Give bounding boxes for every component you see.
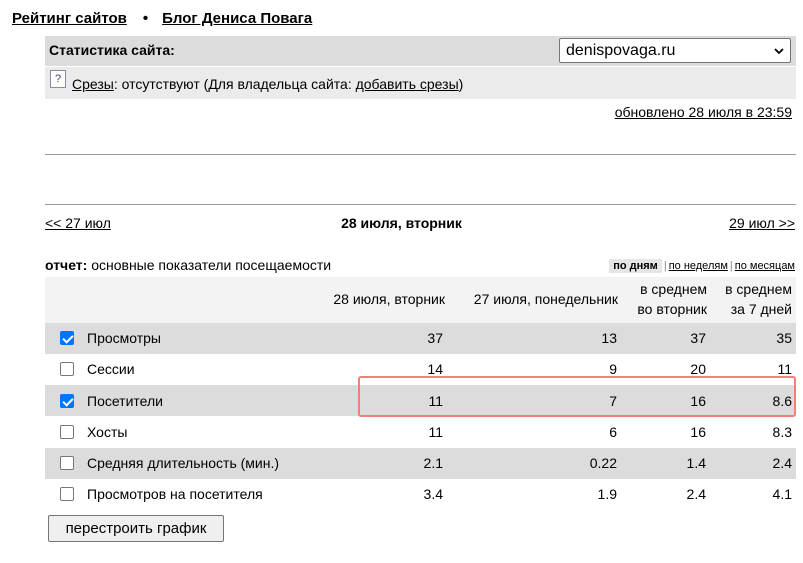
site-select[interactable]: denispovaga.ru — [559, 38, 791, 63]
period-by-months[interactable]: по месяцам — [735, 260, 795, 272]
metric-name: Посетители — [87, 393, 163, 409]
help-icon[interactable]: ? — [50, 70, 66, 88]
col-header-avg-weekday: в среднем во вторник — [637, 279, 707, 319]
value-yesterday: 0.22 — [589, 455, 617, 471]
col-header-today: 28 июля, вторник — [333, 291, 445, 307]
value-today: 37 — [427, 330, 443, 346]
report-description: основные показатели посещаемости — [87, 257, 332, 273]
period-pipe: | — [663, 260, 667, 272]
period-pipe: | — [729, 260, 733, 272]
metric-name: Сессии — [87, 361, 135, 377]
value-avg-weekday: 20 — [690, 361, 706, 377]
slices-close: ) — [458, 76, 464, 92]
value-today: 3.4 — [423, 486, 443, 502]
site-select-value: denispovaga.ru — [566, 41, 676, 59]
col-header-avg-7days-line1: в среднем — [725, 281, 792, 297]
divider — [45, 154, 796, 155]
value-yesterday: 1.9 — [597, 486, 617, 502]
value-yesterday: 9 — [609, 361, 617, 377]
nav-separator: • — [142, 10, 149, 27]
row-checkbox[interactable] — [60, 425, 74, 439]
value-avg-weekday: 2.4 — [686, 486, 706, 502]
row-checkbox[interactable] — [60, 331, 74, 345]
row-checkbox[interactable] — [60, 487, 74, 501]
report-label-bold: отчет: — [45, 257, 88, 273]
blog-link[interactable]: Блог Дениса Повага — [162, 10, 312, 27]
value-today: 14 — [427, 361, 443, 377]
chevron-down-icon — [774, 47, 784, 54]
value-avg-7days: 2.4 — [772, 455, 792, 471]
value-avg-weekday: 1.4 — [686, 455, 706, 471]
value-avg-weekday: 37 — [690, 330, 706, 346]
metric-name: Хосты — [87, 424, 128, 440]
add-slices-link[interactable]: добавить срезы — [356, 76, 459, 92]
prev-day-link[interactable]: << 27 июл — [45, 215, 111, 231]
rebuild-chart-button[interactable]: перестроить график — [48, 515, 224, 542]
value-yesterday: 13 — [601, 330, 617, 346]
slices-info: Срезы: отсутствуют (Для владельца сайта:… — [72, 76, 463, 92]
divider — [45, 204, 796, 205]
col-header-avg-weekday-line1: в среднем — [640, 281, 707, 297]
col-header-avg-7days-line2: за 7 дней — [730, 301, 792, 317]
col-header-yesterday: 27 июля, понедельник — [473, 291, 618, 307]
col-header-avg-7days: в среднем за 7 дней — [725, 279, 792, 319]
report-label: отчет: основные показатели посещаемости — [45, 257, 331, 273]
updated-link[interactable]: обновлено 28 июля в 23:59 — [615, 104, 792, 120]
highlight-box — [358, 376, 796, 417]
slices-link[interactable]: Срезы — [72, 76, 114, 92]
value-avg-7days: 35 — [776, 330, 792, 346]
row-checkbox[interactable] — [60, 456, 74, 470]
row-checkbox[interactable] — [60, 362, 74, 376]
metric-name: Просмотры — [87, 330, 161, 346]
period-switch: по дням | по неделям | по месяцам — [609, 259, 795, 273]
value-yesterday: 6 — [609, 424, 617, 440]
value-avg-7days: 8.3 — [772, 424, 792, 440]
metric-name: Средняя длительность (мин.) — [87, 455, 280, 471]
period-by-weeks[interactable]: по неделям — [669, 260, 728, 272]
site-stats-label: Статистика сайта: — [49, 42, 175, 58]
slices-status: : отсутствуют (Для владельца сайта: — [113, 76, 356, 92]
value-today: 11 — [428, 424, 443, 440]
col-header-avg-weekday-line2: во вторник — [637, 301, 707, 317]
table-row — [45, 417, 796, 448]
ratings-link[interactable]: Рейтинг сайтов — [12, 10, 127, 27]
value-avg-weekday: 16 — [690, 424, 706, 440]
row-checkbox[interactable] — [60, 394, 74, 408]
top-nav: Рейтинг сайтов • Блог Дениса Повага — [12, 10, 312, 27]
value-today: 2.1 — [423, 455, 443, 471]
value-avg-7days: 11 — [777, 361, 792, 377]
next-day-link[interactable]: 29 июл >> — [729, 215, 795, 231]
period-by-days[interactable]: по дням — [609, 259, 662, 273]
metric-name: Просмотров на посетителя — [87, 486, 263, 502]
current-date: 28 июля, вторник — [341, 215, 462, 231]
value-avg-7days: 4.1 — [772, 486, 792, 502]
